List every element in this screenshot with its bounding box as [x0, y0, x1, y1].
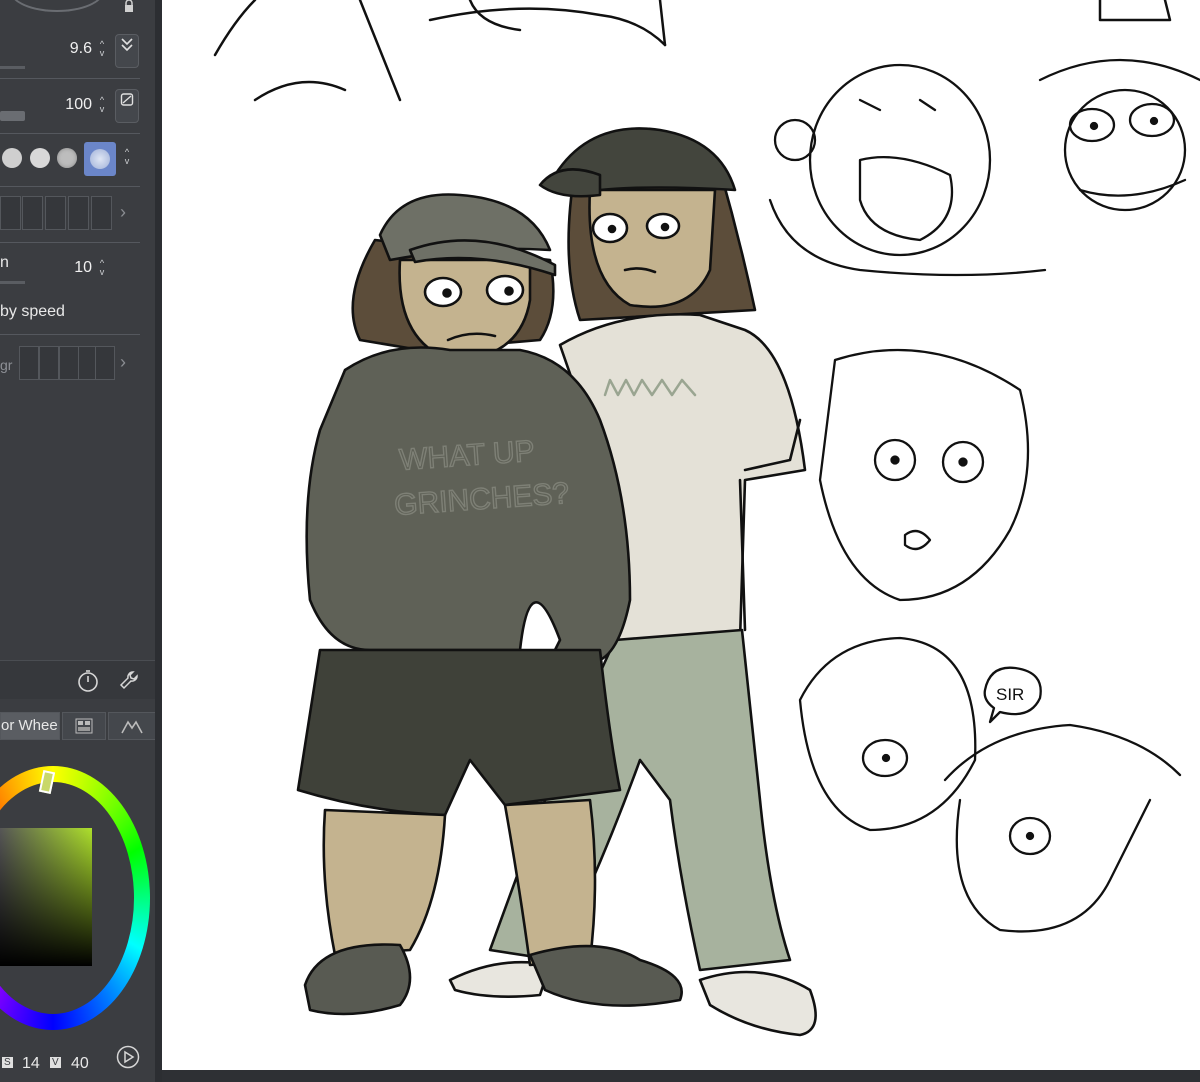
setting-slot[interactable] [59, 346, 79, 380]
tab-color-wheel[interactable]: or Whee [0, 712, 60, 740]
stepper-icon[interactable]: ^ v [96, 40, 108, 60]
tool-property-panel: 9.6 ^ v 100 ^ v ^ v › n 10 ^ v by speed … [0, 0, 156, 1082]
drawing-canvas[interactable]: WHAT UP GRINCHES? SIR [162, 0, 1200, 1070]
brush-tip-option[interactable] [2, 148, 22, 168]
mountain-icon [121, 720, 143, 734]
brush-size-row: 9.6 ^ v [0, 28, 155, 76]
pressure-icon[interactable] [115, 34, 139, 68]
s-value[interactable]: 14 [22, 1055, 40, 1073]
texture-slot[interactable] [45, 196, 66, 230]
tab-color-wheel-label: or Whee [1, 717, 58, 734]
stepper-icon[interactable]: ^ v [121, 148, 133, 168]
opacity-value[interactable]: 100 [50, 96, 92, 114]
color-set-icon [75, 718, 93, 734]
setting-slot[interactable] [95, 346, 115, 380]
artwork: WHAT UP GRINCHES? SIR [213, 0, 1200, 1037]
stabilization-row: n 10 ^ v [0, 248, 155, 288]
opacity-toggle-icon[interactable] [115, 89, 139, 123]
chevron-right-icon[interactable]: › [120, 352, 126, 373]
wrench-icon[interactable] [118, 669, 142, 693]
v-badge: V [50, 1057, 61, 1068]
texture-slot[interactable] [91, 196, 112, 230]
stepper-icon[interactable]: ^ v [96, 259, 108, 279]
stabilization-label: n [0, 254, 9, 271]
setting-slot[interactable] [39, 346, 59, 380]
partial-setting-label: gr [0, 357, 13, 373]
s-badge: S [2, 1057, 13, 1068]
stabilization-value[interactable]: 10 [60, 259, 92, 277]
divider [0, 78, 140, 79]
stabilization-slider[interactable] [0, 281, 25, 284]
divider [0, 186, 140, 187]
saturation-value-square[interactable] [0, 828, 92, 966]
texture-slot[interactable] [22, 196, 43, 230]
brush-size-value[interactable]: 9.6 [50, 40, 92, 58]
brush-preview-ring [10, 0, 104, 12]
texture-slot[interactable] [68, 196, 89, 230]
partial-setting-row: gr › [0, 346, 155, 382]
opacity-row: 100 ^ v [0, 82, 155, 132]
opacity-slider[interactable] [0, 111, 25, 121]
divider [0, 334, 140, 335]
status-strip [162, 1070, 1200, 1082]
divider [0, 242, 140, 243]
brush-tip-selected[interactable] [84, 142, 116, 176]
brush-texture-row: › [0, 196, 155, 232]
brush-size-slider[interactable] [0, 66, 25, 69]
lock-icon[interactable] [122, 0, 136, 14]
brush-tip-row: ^ v [0, 138, 155, 182]
speed-label: by speed [0, 303, 65, 320]
setting-slot[interactable] [19, 346, 39, 380]
color-footer: S 14 V 40 [0, 1040, 155, 1076]
play-icon[interactable] [116, 1045, 140, 1069]
speech-bubble-text: SIR [996, 685, 1024, 704]
stepper-icon[interactable]: ^ v [96, 96, 108, 116]
tab-intermediate-color[interactable] [108, 712, 156, 740]
divider [0, 133, 140, 134]
tab-color-set[interactable] [62, 712, 106, 740]
timer-icon[interactable] [76, 669, 100, 693]
chevron-right-icon[interactable]: › [120, 202, 126, 223]
brush-tip-option[interactable] [30, 148, 50, 168]
texture-slot[interactable] [0, 196, 21, 230]
brush-tip-option[interactable] [57, 148, 77, 168]
panel-toolbar [0, 660, 155, 699]
v-value[interactable]: 40 [71, 1055, 89, 1073]
panel-splitter[interactable] [155, 0, 162, 1082]
